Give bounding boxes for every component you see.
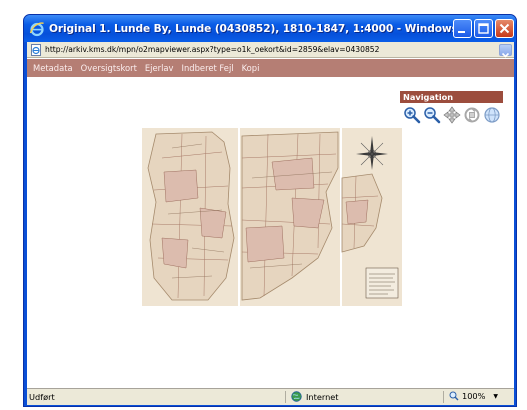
security-zone[interactable]: Internet bbox=[291, 391, 339, 402]
status-divider bbox=[285, 391, 286, 403]
address-bar[interactable]: http://arkiv.kms.dk/mpn/o2mapviewer.aspx… bbox=[27, 42, 514, 58]
status-text: Udført bbox=[29, 392, 55, 402]
navigation-toolbar bbox=[400, 103, 503, 124]
menu-item-ejerlav[interactable]: Ejerlav bbox=[145, 63, 174, 73]
window-title: Original 1. Lunde By, Lunde (0430852), 1… bbox=[49, 22, 469, 35]
zoom-control[interactable]: 100% ▼ bbox=[449, 391, 498, 401]
ie-logo-icon bbox=[29, 21, 44, 36]
page-icon bbox=[31, 43, 41, 56]
map-sheet-left bbox=[142, 128, 238, 306]
internet-globe-icon bbox=[291, 391, 302, 402]
navigation-header: Navigation bbox=[400, 91, 503, 103]
zoom-in-icon[interactable] bbox=[403, 106, 421, 124]
pan-icon[interactable] bbox=[443, 106, 461, 124]
close-button[interactable] bbox=[495, 19, 514, 38]
map-menu-bar: Metadata Oversigtskort Ejerlav Indberet … bbox=[27, 59, 514, 77]
map-sheet-middle bbox=[240, 128, 340, 306]
close-icon bbox=[499, 23, 510, 34]
address-dropdown-button[interactable] bbox=[499, 44, 512, 58]
browser-client-area: http://arkiv.kms.dk/mpn/o2mapviewer.aspx… bbox=[27, 42, 514, 405]
minimize-button[interactable] bbox=[453, 19, 472, 38]
status-divider bbox=[443, 391, 444, 403]
map-cartouche bbox=[365, 267, 399, 299]
historical-map-image[interactable] bbox=[142, 128, 402, 306]
menu-item-indberet-fejl[interactable]: Indberet Fejl bbox=[182, 63, 234, 73]
title-bar[interactable]: Original 1. Lunde By, Lunde (0430852), 1… bbox=[24, 15, 516, 42]
full-extent-icon[interactable] bbox=[463, 106, 481, 124]
menu-item-metadata[interactable]: Metadata bbox=[33, 63, 73, 73]
chevron-down-icon: ▼ bbox=[493, 392, 499, 400]
maximize-button[interactable] bbox=[474, 19, 493, 38]
maximize-icon bbox=[478, 23, 489, 34]
status-bar: Udført Internet 100% ▼ bbox=[27, 388, 514, 405]
magnifier-icon bbox=[449, 391, 459, 401]
zoom-level: 100% bbox=[462, 391, 486, 401]
minimize-icon bbox=[458, 31, 465, 33]
browser-window: Original 1. Lunde By, Lunde (0430852), 1… bbox=[23, 14, 517, 407]
globe-icon[interactable] bbox=[483, 106, 501, 124]
menu-item-kopi[interactable]: Kopi bbox=[242, 63, 260, 73]
url-field[interactable]: http://arkiv.kms.dk/mpn/o2mapviewer.aspx… bbox=[45, 45, 499, 54]
security-zone-label: Internet bbox=[306, 391, 339, 402]
map-viewer[interactable]: Navigation bbox=[27, 77, 514, 388]
zoom-out-icon[interactable] bbox=[423, 106, 441, 124]
menu-item-oversigtskort[interactable]: Oversigtskort bbox=[81, 63, 137, 73]
navigation-panel: Navigation bbox=[400, 91, 503, 128]
